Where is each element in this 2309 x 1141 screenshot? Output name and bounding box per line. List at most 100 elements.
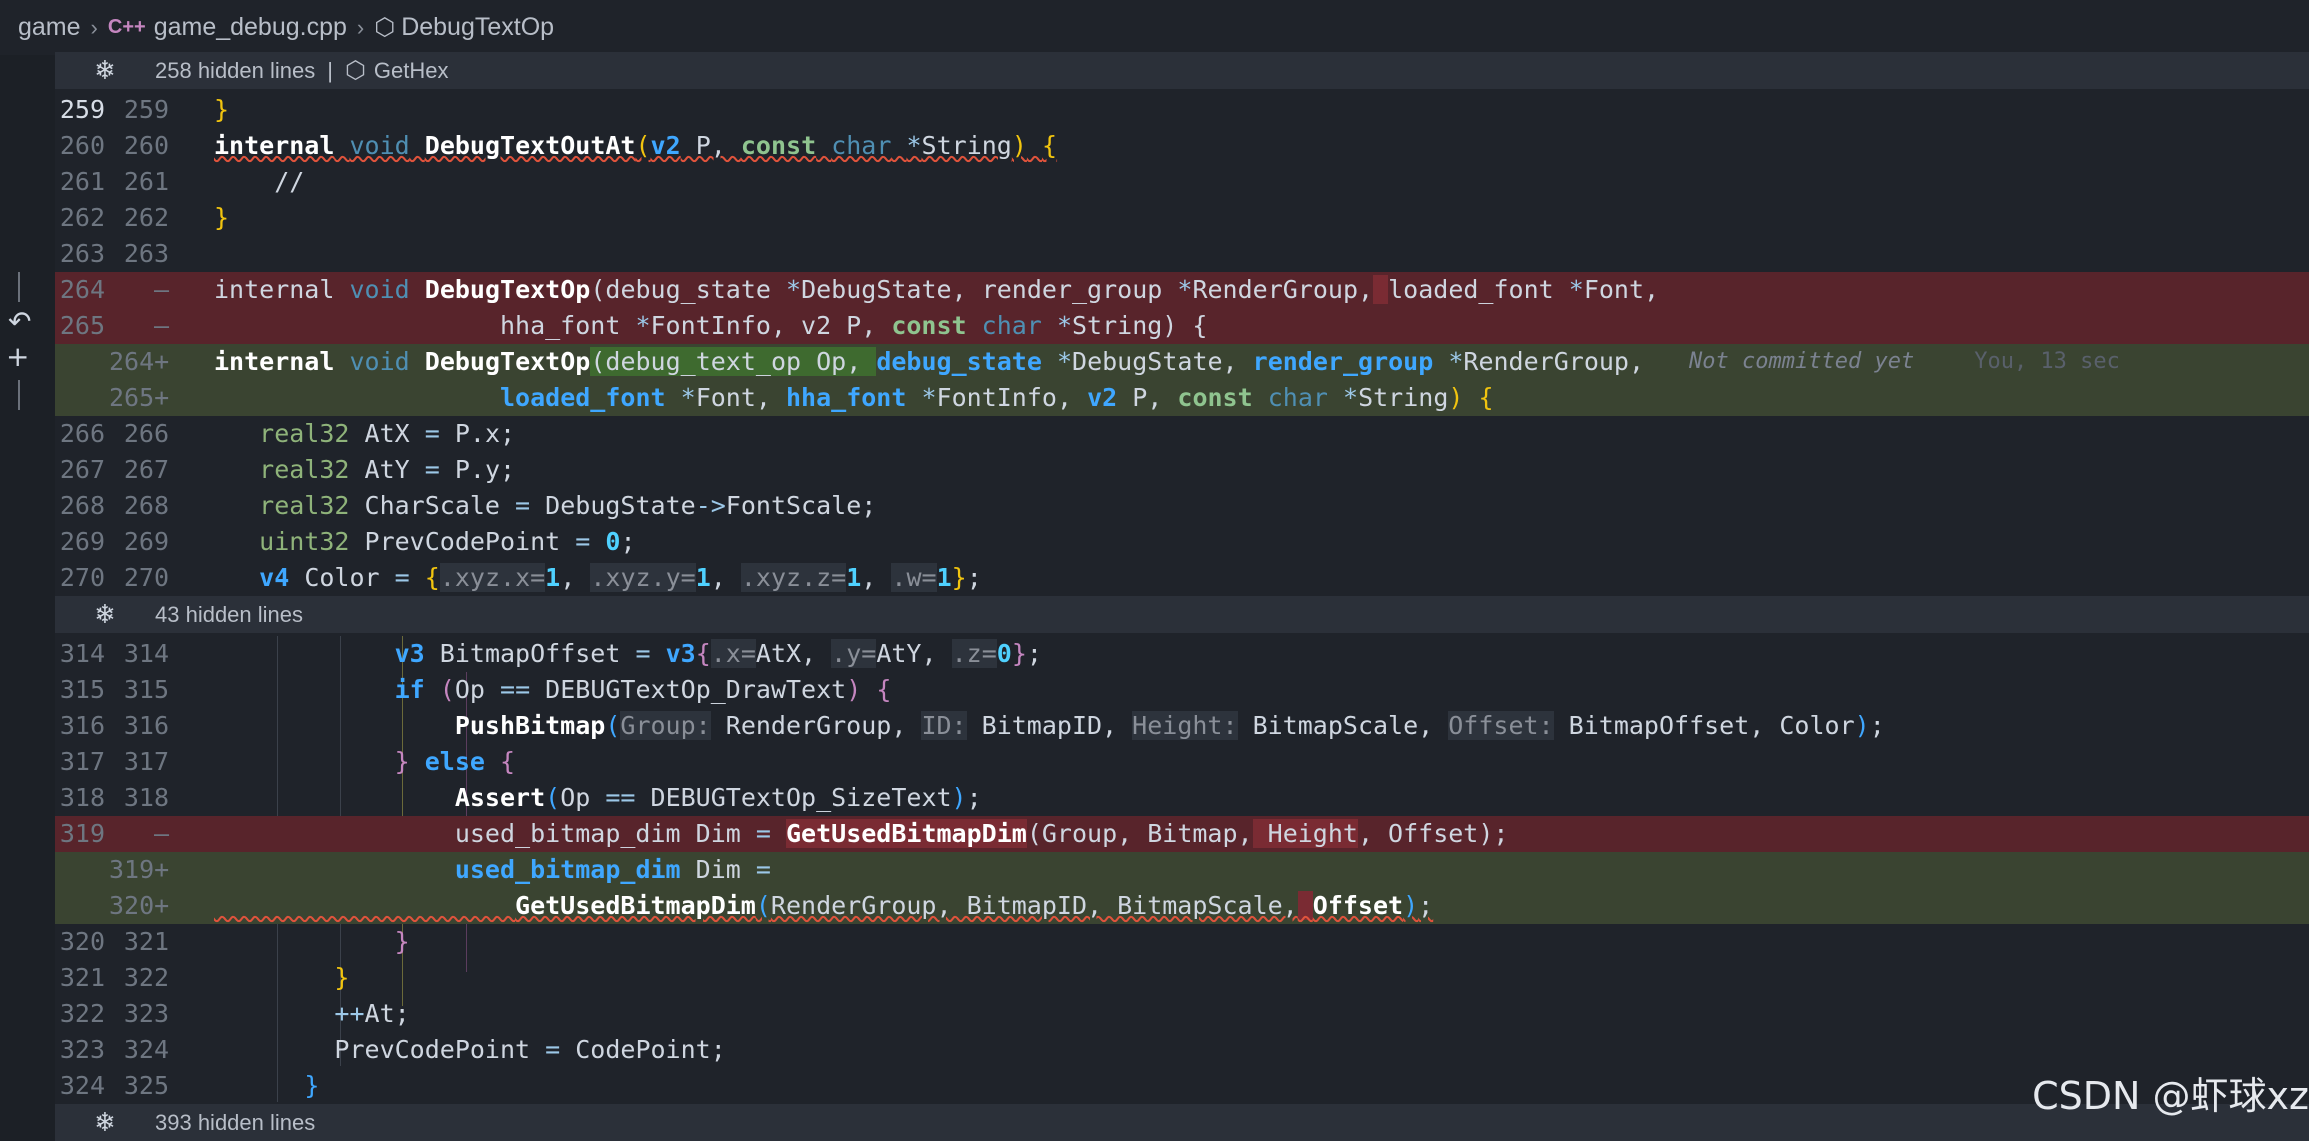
- hidden-lines-fold[interactable]: ❄ 258 hidden lines | ⬡ GetHex: [55, 52, 2309, 89]
- old-line-number: 319: [59, 819, 105, 849]
- new-line-number: 324: [123, 1035, 169, 1065]
- fold-label: 393 hidden lines: [155, 1109, 316, 1135]
- code-line[interactable]: 323 324 PrevCodePoint = CodePoint;: [55, 1032, 2309, 1068]
- code-line[interactable]: 262 262 }: [55, 200, 2309, 236]
- code-text: PushBitmap(Group: RenderGroup, ID: Bitma…: [454, 711, 1885, 741]
- old-line-number: 322: [59, 999, 105, 1029]
- old-line-number: 318: [59, 783, 105, 813]
- new-line-number: —: [153, 819, 169, 849]
- new-line-number: 270: [123, 563, 169, 593]
- code-text: loaded_font *Font, hha_font *FontInfo, v…: [499, 383, 1494, 413]
- unfold-icon[interactable]: ❄: [55, 600, 155, 630]
- old-line-number: 320: [59, 927, 105, 957]
- code-line[interactable]: 315 315 if (Op == DEBUGTextOp_DrawText) {: [55, 672, 2309, 708]
- unfold-icon[interactable]: ❄: [55, 56, 155, 86]
- code-line[interactable]: 259 259 }: [55, 92, 2309, 128]
- breadcrumb-file[interactable]: game_debug.cpp: [154, 13, 347, 42]
- old-line-number: 324: [59, 1071, 105, 1101]
- code-line[interactable]: 314 314 v3 BitmapOffset = v3{.x=AtX, .y=A…: [55, 636, 2309, 672]
- code-text: real32 AtX = P.x;: [259, 419, 516, 449]
- new-line-number: 263: [123, 239, 169, 269]
- new-line-number: 265+: [109, 383, 170, 413]
- old-line-number: 263: [59, 239, 105, 269]
- old-line-number: 323: [59, 1035, 105, 1065]
- old-line-number: 317: [59, 747, 105, 777]
- code-text: }: [214, 203, 230, 233]
- git-blame-annotation[interactable]: Not committed yet: [1689, 349, 1914, 374]
- new-line-number: 262: [123, 203, 169, 233]
- hidden-lines-fold[interactable]: ❄ 43 hidden lines: [55, 596, 2309, 633]
- deleted-line[interactable]: 264 — internal void DebugTextOp(debug_sta…: [55, 272, 2309, 308]
- code-line[interactable]: 318 318 Assert(Op == DEBUGTextOp_SizeText…: [55, 780, 2309, 816]
- new-line-number: 315: [123, 675, 169, 705]
- code-line[interactable]: 266 266 real32 AtX = P.x;: [55, 416, 2309, 452]
- new-line-number: 320+: [109, 891, 170, 921]
- deleted-line[interactable]: 319 — used_bitmap_dim Dim = GetUsedBitmap…: [55, 816, 2309, 852]
- code-line[interactable]: 321 322 }: [55, 960, 2309, 996]
- old-line-number: 315: [59, 675, 105, 705]
- new-line-number: 260: [123, 131, 169, 161]
- code-text: GetUsedBitmapDim(RenderGroup, BitmapID, …: [515, 891, 1434, 921]
- old-line-number: 265: [59, 311, 105, 341]
- code-text: v3 BitmapOffset = v3{.x=AtX, .y=AtY, .z=…: [394, 639, 1042, 669]
- git-blame-author[interactable]: You, 13 sec: [1974, 349, 2120, 374]
- code-text: ++At;: [334, 999, 410, 1029]
- code-line[interactable]: 261 261 //: [55, 164, 2309, 200]
- code-line[interactable]: 260 260 internal void DebugTextOutAt(v2 P…: [55, 128, 2309, 164]
- unfold-icon[interactable]: ❄: [55, 1108, 155, 1138]
- hidden-lines-fold[interactable]: ❄ 393 hidden lines: [55, 1104, 2309, 1141]
- code-text: }: [304, 1071, 320, 1101]
- deleted-line[interactable]: 265 — hha_font *FontInfo, v2 P, const cha…: [55, 308, 2309, 344]
- code-line[interactable]: 316 316 PushBitmap(Group: RenderGroup, ID…: [55, 708, 2309, 744]
- added-line[interactable]: 319+ used_bitmap_dim Dim =: [55, 852, 2309, 888]
- new-line-number: 268: [123, 491, 169, 521]
- code-text: }: [334, 963, 350, 993]
- new-line-number: 319+: [109, 855, 170, 885]
- added-line[interactable]: 264+ internal void DebugTextOp(debug_tex…: [55, 344, 2309, 380]
- chevron-right-icon: ›: [356, 14, 365, 40]
- code-line[interactable]: 317 317 } else {: [55, 744, 2309, 780]
- code-line[interactable]: 324 325 }: [55, 1068, 2309, 1104]
- code-line[interactable]: 267 267 real32 AtY = P.y;: [55, 452, 2309, 488]
- code-text: real32 AtY = P.y;: [259, 455, 516, 485]
- code-text: internal void DebugTextOp(debug_text_op …: [214, 347, 1645, 377]
- scm-change-marker[interactable]: [18, 380, 20, 410]
- new-line-number: 264+: [109, 347, 170, 377]
- new-line-number: 261: [123, 167, 169, 197]
- code-text: //: [214, 167, 305, 197]
- code-text: if (Op == DEBUGTextOp_DrawText) {: [394, 675, 892, 705]
- new-line-number: —: [153, 275, 169, 305]
- old-line-number: 264: [59, 275, 105, 305]
- code-text: internal void DebugTextOutAt(v2 P, const…: [214, 131, 1058, 161]
- fold-label: 258 hidden lines: [155, 57, 316, 83]
- breadcrumb-symbol[interactable]: DebugTextOp: [401, 13, 554, 42]
- new-line-number: 317: [123, 747, 169, 777]
- scm-gutter: [0, 55, 55, 1141]
- breadcrumb-folder[interactable]: game: [18, 13, 81, 42]
- code-line[interactable]: 320 321 }: [55, 924, 2309, 960]
- new-line-number: 323: [123, 999, 169, 1029]
- code-line[interactable]: 269 269 uint32 PrevCodePoint = 0;: [55, 524, 2309, 560]
- new-line-number: 325: [123, 1071, 169, 1101]
- method-cube-icon: ⬡: [344, 57, 366, 84]
- fold-label: 43 hidden lines: [155, 601, 304, 627]
- code-line[interactable]: 270 270 v4 Color = {.xyz.x=1, .xyz.y=1, .…: [55, 560, 2309, 596]
- old-line-number: 261: [59, 167, 105, 197]
- code-line[interactable]: 322 323 ++At;: [55, 996, 2309, 1032]
- plus-icon[interactable]: +: [6, 340, 29, 373]
- new-line-number: 316: [123, 711, 169, 741]
- added-line[interactable]: 265+ loaded_font *Font, hha_font *FontIn…: [55, 380, 2309, 416]
- code-line[interactable]: 268 268 real32 CharScale = DebugState->Fo…: [55, 488, 2309, 524]
- revert-icon[interactable]: ↶: [8, 305, 31, 338]
- code-text: used_bitmap_dim Dim = GetUsedBitmapDim(G…: [214, 819, 1509, 849]
- code-text: v4 Color = {.xyz.x=1, .xyz.y=1, .xyz.z=1…: [259, 563, 982, 593]
- method-cube-icon: ⬡: [374, 14, 396, 41]
- old-line-number: 314: [59, 639, 105, 669]
- code-text: Assert(Op == DEBUGTextOp_SizeText);: [454, 783, 982, 813]
- added-line[interactable]: 320+ GetUsedBitmapDim(RenderGroup, Bitma…: [55, 888, 2309, 924]
- code-line[interactable]: 263 263: [55, 236, 2309, 272]
- old-line-number: 266: [59, 419, 105, 449]
- scm-change-marker[interactable]: [18, 272, 20, 302]
- watermark: CSDN @虾球xz: [2032, 1074, 2309, 1118]
- code-text: } else {: [394, 747, 516, 777]
